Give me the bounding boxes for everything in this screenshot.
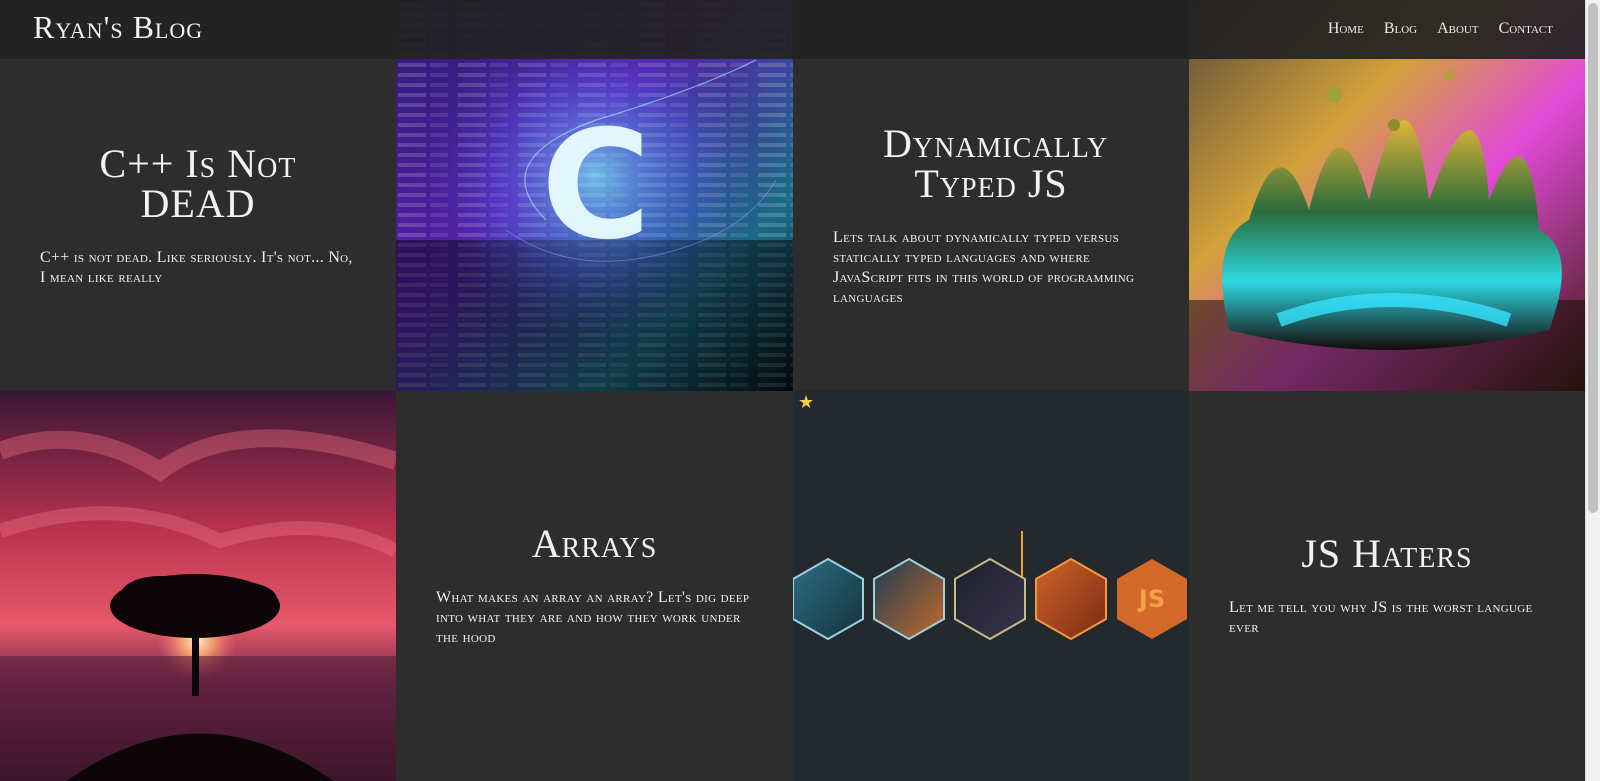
nav-link-about[interactable]: About [1437,20,1479,38]
post-title[interactable]: Arrays [436,524,753,564]
post-excerpt: What makes an array an array? Let's dig … [436,589,750,646]
post-image-hexagons[interactable]: JS [793,391,1189,781]
post-grid: C++ Is Not DEAD C++ is not dead. Like se… [0,0,1585,781]
post-title[interactable]: Dynamically Typed JS [833,123,1149,204]
post-card-js-haters[interactable]: JS Haters Let me tell you why JS is the … [1189,391,1585,781]
hexagon-row-image: JS [793,391,1189,781]
nav-links: Home Blog About Contact [1328,20,1553,38]
star-icon: ★ [798,392,815,413]
tree-sunset-image [0,391,396,781]
post-image-tree-sunset[interactable] [0,391,396,781]
vertical-scrollbar[interactable] [1585,0,1600,781]
post-excerpt: Let me tell you why JS is the worst lang… [1229,599,1533,636]
nav-link-contact[interactable]: Contact [1499,20,1553,38]
nav-link-home[interactable]: Home [1328,20,1364,38]
svg-text:C: C [541,99,651,273]
js-badge: JS [1137,585,1165,613]
post-title[interactable]: JS Haters [1229,534,1545,574]
post-excerpt: C++ is not dead. Like seriously. It's no… [40,248,353,286]
page: C++ Is Not DEAD C++ is not dead. Like se… [0,0,1600,781]
brand-logo[interactable]: Ryan's Blog [33,9,203,46]
nav-link-blog[interactable]: Blog [1384,20,1417,38]
post-card-arrays[interactable]: Arrays What makes an array an array? Let… [396,391,793,781]
navbar: Ryan's Blog Home Blog About Contact [0,0,1585,59]
post-title[interactable]: C++ Is Not DEAD [40,143,356,224]
post-excerpt: Lets talk about dynamically typed versus… [833,228,1135,306]
scrollbar-thumb[interactable] [1588,3,1598,513]
